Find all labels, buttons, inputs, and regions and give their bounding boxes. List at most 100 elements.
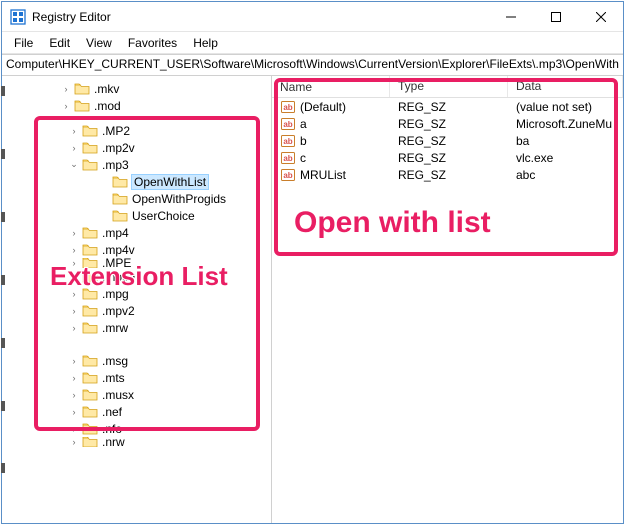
maximize-button[interactable] [533, 2, 578, 31]
tree-item[interactable]: UserChoice [94, 207, 271, 224]
tree-item[interactable]: ›.mod [56, 97, 271, 114]
value-type: REG_SZ [390, 134, 508, 148]
list-row[interactable]: abaREG_SZMicrosoft.ZuneMu [272, 115, 623, 132]
folder-icon [82, 437, 98, 447]
list-row[interactable]: abbREG_SZba [272, 132, 623, 149]
tree-item[interactable]: › .mkv [56, 80, 271, 97]
tree-item[interactable]: › .mpg [64, 285, 271, 302]
close-button[interactable] [578, 2, 623, 31]
tree-item[interactable]: › .nef [64, 403, 271, 420]
tree-item[interactable]: › .mrw [64, 319, 271, 336]
menubar: File Edit View Favorites Help [2, 32, 623, 54]
folder-icon [82, 141, 98, 155]
chevron-right-icon[interactable]: › [68, 305, 80, 317]
value-type: REG_SZ [390, 168, 508, 182]
window-title: Registry Editor [32, 10, 488, 24]
column-header-name[interactable]: Name [272, 76, 390, 97]
folder-icon [82, 354, 98, 368]
chevron-right-icon[interactable]: › [60, 83, 72, 95]
folder-icon [82, 371, 98, 385]
svg-text:ab: ab [283, 103, 292, 112]
tree-item-label: .mpv2 [102, 304, 135, 318]
tree-item-label: .mkv [94, 82, 119, 96]
tree-item[interactable]: ›.mp2v [64, 139, 271, 156]
chevron-right-icon[interactable]: › [68, 244, 80, 256]
tree-item-label: .nef [102, 405, 122, 419]
chevron-right-icon[interactable]: › [68, 406, 80, 418]
string-value-icon: ab [280, 116, 296, 132]
chevron-right-icon[interactable]: › [68, 437, 80, 447]
tree-item-label: .nrw [102, 437, 125, 447]
tree-item[interactable]: OpenWithProgids [94, 190, 271, 207]
folder-icon [112, 192, 128, 206]
tree-pane[interactable]: ›.mkv›.mod›.MP2›.mp2v⌄.mp3OpenWithListOp… [2, 76, 272, 523]
chevron-right-icon[interactable]: › [68, 372, 80, 384]
menu-edit[interactable]: Edit [41, 34, 78, 52]
tree-item[interactable]: ›.nfo [64, 420, 271, 437]
chevron-right-icon[interactable]: › [60, 100, 72, 112]
menu-favorites[interactable]: Favorites [120, 34, 185, 52]
folder-icon [82, 422, 98, 436]
column-header-type[interactable]: Type [390, 76, 508, 97]
svg-text:ab: ab [283, 137, 292, 146]
chevron-right-icon[interactable]: › [68, 258, 80, 268]
tree-item-label: .mp3 [102, 158, 129, 172]
chevron-right-icon[interactable]: › [68, 322, 80, 334]
column-header-data[interactable]: Data [508, 76, 623, 97]
list-row[interactable]: abMRUListREG_SZabc [272, 166, 623, 183]
tree-item-label: .msg [102, 354, 128, 368]
menu-help[interactable]: Help [185, 34, 226, 52]
menu-file[interactable]: File [6, 34, 41, 52]
minimize-button[interactable] [488, 2, 533, 31]
address-bar[interactable]: Computer\HKEY_CURRENT_USER\Software\Micr… [2, 54, 623, 76]
tree-item-label: .mp4 [102, 226, 129, 240]
chevron-right-icon[interactable]: › [68, 355, 80, 367]
tree-item[interactable]: › .mts [64, 369, 271, 386]
tree-item-label: .MP2 [102, 124, 130, 138]
tree-item[interactable]: › .mp4 [64, 224, 271, 241]
list-body: ab(Default)REG_SZ(value not set)abaREG_S… [272, 98, 623, 183]
tree-item[interactable]: › .MP2 [64, 122, 271, 139]
chevron-right-icon[interactable]: › [68, 288, 80, 300]
folder-icon [82, 321, 98, 335]
chevron-right-icon[interactable]: › [68, 142, 80, 154]
tree-item-label: .mts [102, 371, 125, 385]
tree-item[interactable]: ⌄ .mp3 [64, 156, 271, 173]
folder-icon [112, 175, 128, 189]
tree-item[interactable]: › .mpv2 [64, 302, 271, 319]
annotation-open-with-list-label: Open with list [294, 206, 491, 239]
chevron-right-icon[interactable]: › [68, 271, 80, 283]
tree-item[interactable]: ›.musx [64, 386, 271, 403]
list-pane[interactable]: Name Type Data ab(Default)REG_SZ(value n… [272, 76, 623, 523]
value-data: Microsoft.ZuneMu [508, 117, 623, 131]
string-value-icon: ab [280, 99, 296, 115]
string-value-icon: ab [280, 167, 296, 183]
chevron-right-icon[interactable]: › [68, 227, 80, 239]
menu-view[interactable]: View [78, 34, 120, 52]
list-row[interactable]: ab(Default)REG_SZ(value not set) [272, 98, 623, 115]
tree-item[interactable]: › .mpeg [64, 268, 271, 285]
tree-item-label: .mrw [102, 321, 128, 335]
tree-item-label: .mpeg [102, 270, 135, 284]
folder-icon [74, 99, 90, 113]
folder-icon [82, 270, 98, 284]
value-type: REG_SZ [390, 117, 508, 131]
tree-item-label: OpenWithProgids [132, 192, 226, 206]
tree-item[interactable]: OpenWithList [94, 173, 271, 190]
tree-item[interactable]: ›.MPE [64, 258, 271, 268]
value-name: MRUList [300, 168, 346, 182]
registry-editor-window: Registry Editor File Edit View Favorites… [1, 1, 624, 524]
chevron-right-icon[interactable]: › [68, 125, 80, 137]
chevron-right-icon[interactable]: › [68, 389, 80, 401]
tree-item-label: .mpg [102, 287, 129, 301]
tree-item[interactable]: › .msg [64, 352, 271, 369]
svg-text:ab: ab [283, 154, 292, 163]
chevron-down-icon[interactable]: ⌄ [68, 159, 80, 171]
value-data: vlc.exe [508, 151, 623, 165]
folder-icon [82, 388, 98, 402]
content-area: ›.mkv›.mod›.MP2›.mp2v⌄.mp3OpenWithListOp… [2, 76, 623, 523]
chevron-right-icon[interactable]: › [68, 423, 80, 435]
tree-item[interactable]: › .nrw [64, 437, 271, 447]
tree-item[interactable]: ›.mp4v [64, 241, 271, 258]
list-row[interactable]: abcREG_SZvlc.exe [272, 149, 623, 166]
